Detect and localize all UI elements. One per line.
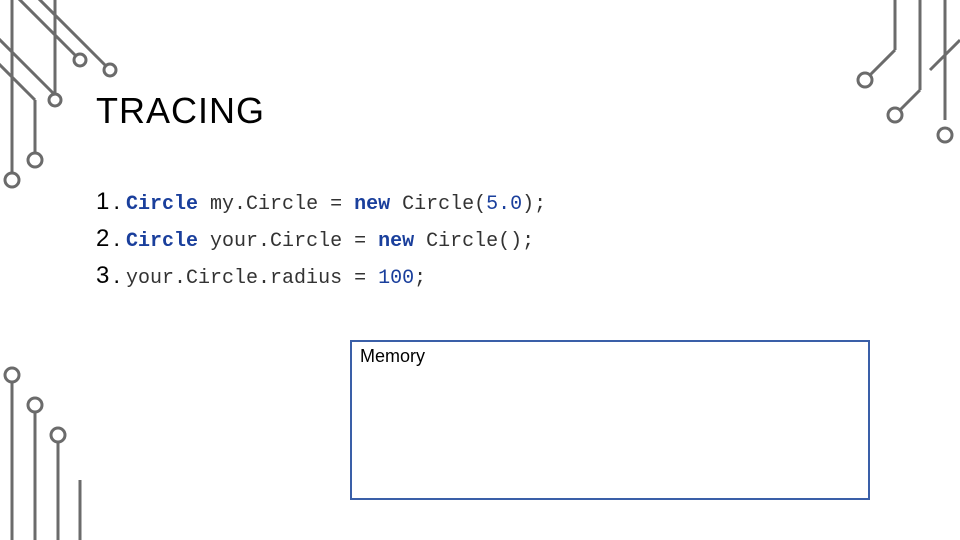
circuit-decoration-bottom-left [0,340,160,540]
memory-label: Memory [360,346,425,367]
code-line: 3. your.Circle.radius = 100; [96,259,546,296]
code-line: 1. Circle my.Circle = new Circle(5.0); [96,185,546,222]
memory-diagram: Memory [350,340,870,500]
circuit-decoration-top-right [800,0,960,180]
line-number: 1 [96,185,109,219]
code-line: 2. Circle your.Circle = new Circle(); [96,222,546,259]
slide: TRACING 1. Circle my.Circle = new Circle… [0,0,960,540]
slide-title: TRACING [96,90,265,132]
line-number: 3 [96,259,109,293]
line-number: 2 [96,222,109,256]
code-block: 1. Circle my.Circle = new Circle(5.0); 2… [96,185,546,296]
